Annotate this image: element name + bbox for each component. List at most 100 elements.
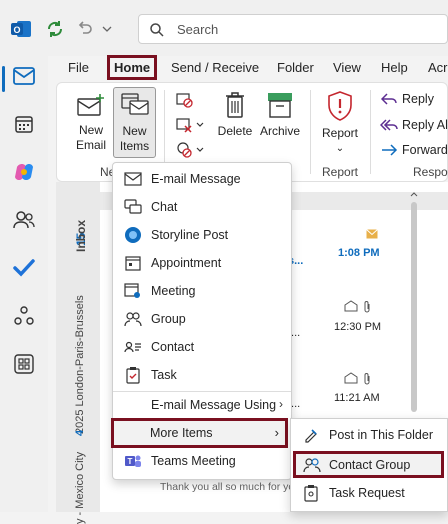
folder-london-paris[interactable]: 2025 London-Paris-Brussels [74, 254, 86, 434]
storyline-icon [123, 225, 143, 245]
post-icon [301, 425, 321, 445]
menu-email-message-using-label: E-mail Message Using [151, 398, 277, 412]
reply-button[interactable]: Reply [380, 92, 434, 106]
menu-email-message-label: E-mail Message [151, 172, 241, 186]
menu-teams-meeting-label: Teams Meeting [151, 454, 236, 468]
svg-text:T: T [128, 457, 133, 466]
blank-icon [123, 395, 143, 415]
message-preview: Thank you all so much for your [160, 481, 304, 493]
folder-pane-collapsed: 15 Inbox 2025 London-Paris-Brussels 4 y … [56, 182, 100, 524]
menu-appointment-label: Appointment [151, 256, 222, 270]
chevron-right-icon: › [274, 425, 279, 440]
search-placeholder: Search [177, 22, 219, 37]
menu-task-request-label: Task Request [329, 486, 405, 500]
new-email-button[interactable]: New Email [71, 93, 111, 153]
active-indicator [2, 66, 5, 92]
read-envelope-icon [344, 300, 358, 315]
todo-check-icon[interactable] [12, 256, 36, 280]
menu-view[interactable]: View [333, 60, 361, 75]
scrollbar[interactable] [409, 190, 419, 430]
svg-text:O: O [13, 25, 20, 35]
group-respond-label: Respo [413, 165, 448, 179]
menu-contact-group-label: Contact Group [329, 458, 411, 472]
forward-icon [382, 144, 398, 156]
menu-more-items[interactable]: More Items › [111, 418, 288, 448]
menu-teams-meeting[interactable]: T Teams Meeting [113, 447, 291, 475]
menu-meeting[interactable]: Meeting [113, 277, 291, 305]
reply-label: Reply [402, 92, 434, 106]
chevron-right-icon: › [279, 397, 283, 411]
menu-contact-label: Contact [151, 340, 195, 354]
search-icon [150, 23, 164, 37]
apps-icon[interactable] [12, 352, 36, 376]
copilot-icon[interactable] [12, 160, 36, 184]
attachment-icon [362, 300, 372, 317]
archive-label: Archive [259, 124, 300, 138]
message-time: 1:08 PM [338, 247, 380, 259]
meeting-icon [123, 281, 143, 301]
contact-group-icon [303, 457, 321, 476]
cleanup-icon[interactable] [176, 117, 204, 136]
menu-send-receive[interactable]: Send / Receive [171, 60, 259, 75]
menu-more-items-label: More Items [150, 426, 213, 440]
read-envelope-icon [344, 372, 358, 387]
sync-icon[interactable] [44, 18, 66, 40]
menu-meeting-label: Meeting [151, 284, 196, 298]
menu-group[interactable]: Group [113, 305, 291, 333]
group-icon [123, 309, 143, 329]
menu-chat[interactable]: Chat [113, 193, 291, 221]
menu-post-in-folder[interactable]: Post in This Folder [291, 421, 447, 449]
menu-appointment[interactable]: Appointment [113, 249, 291, 277]
contact-card-icon [123, 337, 143, 357]
archive-icon [268, 93, 292, 118]
menu-contact[interactable]: Contact [113, 333, 291, 361]
forward-label: Forward [402, 143, 448, 157]
reply-all-button[interactable]: Reply All [380, 118, 448, 132]
new-items-label-1: New [122, 124, 147, 138]
menu-email-message-using[interactable]: E-mail Message Using › [113, 391, 291, 419]
delete-button[interactable]: Delete [215, 90, 255, 139]
delete-label: Delete [217, 124, 253, 138]
report-label: Report [321, 126, 359, 140]
menu-chat-label: Chat [151, 200, 178, 214]
search-box[interactable]: Search [138, 14, 448, 44]
archive-button[interactable]: Archive [256, 90, 304, 139]
inbox-label[interactable]: Inbox [74, 208, 88, 252]
menu-file[interactable]: File [68, 60, 89, 75]
menu-post-in-folder-label: Post in This Folder [329, 428, 433, 442]
menu-acrobat[interactable]: Acr [428, 60, 448, 75]
forward-button[interactable]: Forward [380, 143, 448, 157]
attachment-icon [362, 372, 372, 389]
menu-task-label: Task [151, 368, 177, 382]
folder-mexico-city[interactable]: y - Mexico City [74, 434, 86, 524]
ignore-icon[interactable] [176, 92, 194, 111]
calendar-icon[interactable] [12, 112, 36, 136]
task-clipboard-icon [123, 365, 143, 385]
undo-icon[interactable] [74, 18, 96, 40]
mail-icon[interactable] [12, 64, 36, 88]
menu-task[interactable]: Task [113, 361, 291, 389]
new-email-label-2: Email [75, 138, 106, 152]
menu-storyline-post[interactable]: Storyline Post [113, 221, 291, 249]
menu-storyline-post-label: Storyline Post [151, 228, 229, 242]
menu-task-request[interactable]: Task Request [291, 479, 447, 507]
chat-icon [123, 197, 143, 217]
reply-icon [380, 93, 397, 105]
menu-folder[interactable]: Folder [277, 60, 314, 75]
new-email-label-1: New [78, 123, 103, 137]
trash-icon [226, 92, 244, 118]
menu-contact-group[interactable]: Contact Group [293, 451, 444, 478]
chevron-down-icon[interactable] [100, 18, 114, 40]
menu-email-message[interactable]: E-mail Message [113, 165, 291, 193]
teams-icon: T [123, 451, 143, 471]
task-request-icon [301, 483, 321, 503]
people-icon[interactable] [12, 208, 36, 232]
junk-icon[interactable] [176, 141, 204, 162]
menu-help[interactable]: Help [381, 60, 408, 75]
groups-icon[interactable] [12, 304, 36, 328]
ribbon-separator [310, 90, 311, 174]
reply-all-label: Reply All [402, 118, 448, 132]
title-bar: O Search [0, 0, 448, 56]
new-items-button[interactable]: New Items ⌄ [113, 87, 156, 168]
report-button[interactable]: Report ⌄ [318, 90, 362, 156]
